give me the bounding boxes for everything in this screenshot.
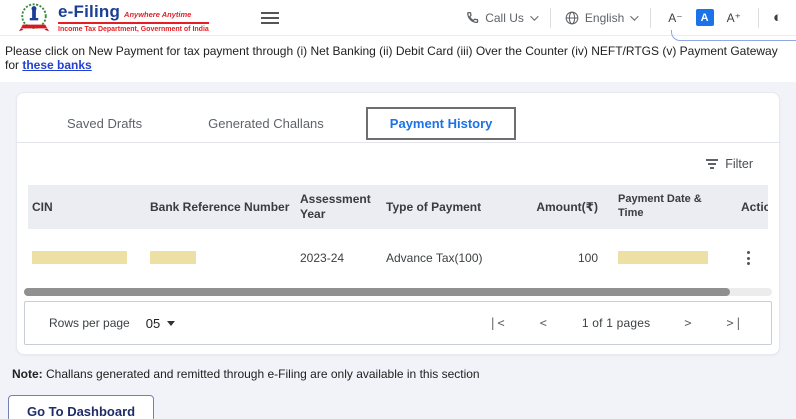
- col-header-actions: Actions: [723, 200, 768, 215]
- row-actions-kebab-icon[interactable]: [741, 250, 755, 265]
- col-header-payment-date-time: Payment Date & Time: [598, 193, 723, 221]
- col-header-type-of-payment: Type of Payment: [382, 200, 518, 215]
- font-normal-button[interactable]: A: [696, 9, 714, 26]
- font-increase-button[interactable]: A⁺: [724, 11, 744, 25]
- chevron-down-icon: [530, 12, 538, 20]
- bank-reference-redacted-value: [150, 251, 196, 264]
- tab-generated-challans[interactable]: Generated Challans: [184, 108, 348, 139]
- note-text: Challans generated and remitted through …: [43, 367, 480, 381]
- next-page-button[interactable]: >: [684, 316, 692, 330]
- go-to-dashboard-button[interactable]: Go To Dashboard: [8, 395, 154, 419]
- last-page-button[interactable]: >|: [727, 316, 743, 330]
- col-header-cin: CIN: [28, 200, 146, 215]
- cell-amount: 100: [518, 251, 598, 265]
- horizontal-scrollbar[interactable]: [24, 288, 772, 296]
- prev-page-button[interactable]: <: [540, 316, 548, 330]
- rows-per-page-select[interactable]: 05: [146, 316, 175, 331]
- language-label: English: [585, 11, 624, 25]
- brand-tagline: Anywhere Anytime: [124, 11, 191, 19]
- notice-text: Please click on New Payment for tax paym…: [5, 44, 778, 72]
- phone-icon: [466, 11, 479, 24]
- payment-date-redacted-value: [618, 251, 708, 264]
- call-us-label: Call Us: [485, 11, 524, 25]
- payment-card: Saved Drafts Generated Challans Payment …: [16, 92, 780, 355]
- pagination-bar: Rows per page 05 |< < 1 of 1 pages > >|: [24, 301, 772, 345]
- tab-bar: Saved Drafts Generated Challans Payment …: [17, 93, 779, 140]
- col-header-amount: Amount(₹): [518, 200, 598, 215]
- font-decrease-button[interactable]: A⁻: [665, 11, 685, 25]
- efiling-logo: e-Filing Anywhere Anytime Income Tax Dep…: [18, 2, 209, 34]
- payment-history-table: CIN Bank Reference Number Assessment Yea…: [28, 185, 768, 286]
- contrast-toggle-icon[interactable]: ◐: [773, 10, 782, 25]
- cutoff-outline-fragment: [671, 30, 796, 41]
- table-header-row: CIN Bank Reference Number Assessment Yea…: [28, 185, 768, 229]
- footnote: Note: Challans generated and remitted th…: [6, 367, 780, 381]
- scrollbar-thumb[interactable]: [24, 288, 730, 296]
- rows-per-page-label: Rows per page: [49, 316, 130, 330]
- filter-icon: [706, 159, 718, 169]
- tab-saved-drafts[interactable]: Saved Drafts: [43, 108, 166, 139]
- page-status: 1 of 1 pages: [582, 316, 650, 330]
- cell-assessment-year: 2023-24: [296, 251, 382, 265]
- payment-notice: Please click on New Payment for tax paym…: [0, 36, 796, 82]
- divider: [650, 8, 651, 28]
- globe-icon: [565, 11, 579, 25]
- rows-per-page-value: 05: [146, 316, 160, 331]
- filter-label: Filter: [725, 157, 753, 171]
- brand-subtitle: Income Tax Department, Government of Ind…: [58, 26, 209, 33]
- filter-button[interactable]: Filter: [706, 157, 753, 171]
- note-label: Note:: [12, 367, 43, 381]
- col-header-bank-reference: Bank Reference Number: [146, 200, 296, 215]
- divider: [758, 8, 759, 28]
- main-content: Saved Drafts Generated Challans Payment …: [0, 82, 796, 419]
- call-us-menu[interactable]: Call Us: [466, 11, 536, 25]
- india-emblem-icon: [18, 2, 50, 34]
- col-header-assessment-year: Assessment Year: [296, 192, 382, 222]
- these-banks-link[interactable]: these banks: [22, 58, 91, 72]
- divider: [550, 8, 551, 28]
- cin-redacted-value: [32, 251, 127, 264]
- language-menu[interactable]: English: [565, 11, 636, 25]
- cell-payment-date-time: [598, 251, 723, 264]
- first-page-button[interactable]: |<: [489, 316, 505, 330]
- brand-title: e-Filing: [58, 3, 120, 20]
- table-row: 2023-24 Advance Tax(100) 100: [28, 229, 768, 286]
- cell-cin: [28, 251, 146, 264]
- menu-icon[interactable]: [261, 12, 279, 24]
- tab-payment-history[interactable]: Payment History: [366, 107, 517, 140]
- caret-down-icon: [167, 321, 175, 326]
- cell-type-of-payment: Advance Tax(100): [382, 251, 518, 265]
- cell-actions: [723, 250, 768, 265]
- cell-bank-reference: [146, 251, 296, 264]
- chevron-down-icon: [630, 12, 638, 20]
